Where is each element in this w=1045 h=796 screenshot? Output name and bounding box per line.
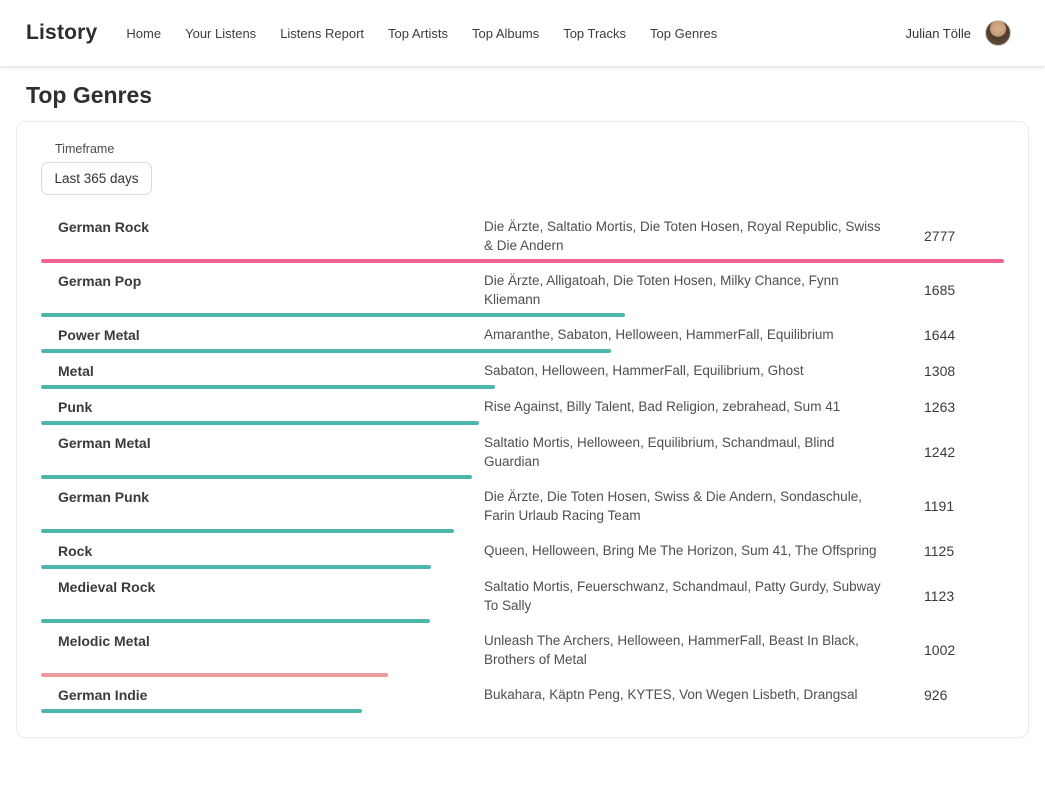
nav-link[interactable]: Listens Report	[280, 26, 364, 41]
nav-link[interactable]: Top Genres	[650, 26, 717, 41]
timeframe-label: Timeframe	[55, 142, 1004, 156]
genre-artists: Die Ärzte, Alligatoah, Die Toten Hosen, …	[484, 271, 884, 309]
genre-artists: Queen, Helloween, Bring Me The Horizon, …	[484, 541, 884, 560]
genre-count: 1242	[884, 444, 1004, 460]
genre-count: 1191	[884, 498, 1004, 514]
genre-count: 1644	[884, 327, 1004, 343]
genre-count: 1308	[884, 363, 1004, 379]
genre-count: 2777	[884, 228, 1004, 244]
genre-count: 1123	[884, 588, 1004, 604]
genre-name: German Rock	[41, 217, 484, 237]
genre-artists: Bukahara, Käptn Peng, KYTES, Von Wegen L…	[484, 685, 884, 704]
genre-name: Medieval Rock	[41, 577, 484, 597]
genre-name: German Metal	[41, 433, 484, 453]
genre-artists: Die Ärzte, Die Toten Hosen, Swiss & Die …	[484, 487, 884, 525]
genre-row: Punk Rise Against, Billy Talent, Bad Rel…	[41, 389, 1004, 425]
genre-name: German Punk	[41, 487, 484, 507]
genre-row: Metal Sabaton, Helloween, HammerFall, Eq…	[41, 353, 1004, 389]
nav-link[interactable]: Your Listens	[185, 26, 256, 41]
genre-progress-bar	[41, 709, 362, 713]
genre-name: Power Metal	[41, 325, 484, 345]
genre-count: 1685	[884, 282, 1004, 298]
page-title: Top Genres	[26, 82, 1045, 109]
genre-artists: Amaranthe, Sabaton, Helloween, HammerFal…	[484, 325, 884, 344]
genre-artists: Die Ärzte, Saltatio Mortis, Die Toten Ho…	[484, 217, 884, 255]
genre-count: 1002	[884, 642, 1004, 658]
genre-row: Power Metal Amaranthe, Sabaton, Hellowee…	[41, 317, 1004, 353]
top-genres-card: Timeframe Last 365 days German Rock Die …	[16, 121, 1029, 738]
genre-row: German Indie Bukahara, Käptn Peng, KYTES…	[41, 677, 1004, 713]
genre-name: Melodic Metal	[41, 631, 484, 651]
genre-name: German Indie	[41, 685, 484, 705]
main-content: Top Genres Timeframe Last 365 days Germa…	[0, 82, 1045, 738]
nav-link[interactable]: Home	[126, 26, 161, 41]
user-avatar[interactable]	[985, 20, 1011, 46]
genre-artists: Sabaton, Helloween, HammerFall, Equilibr…	[484, 361, 884, 380]
genre-count: 1263	[884, 399, 1004, 415]
nav-user-area: Julian Tölle	[905, 20, 1011, 46]
nav-link[interactable]: Top Tracks	[563, 26, 626, 41]
user-name[interactable]: Julian Tölle	[905, 26, 971, 41]
genre-artists: Rise Against, Billy Talent, Bad Religion…	[484, 397, 884, 416]
app-logo[interactable]: Listory	[26, 21, 97, 45]
nav-link[interactable]: Top Artists	[388, 26, 448, 41]
genre-count: 926	[884, 687, 1004, 703]
genre-artists: Saltatio Mortis, Helloween, Equilibrium,…	[484, 433, 884, 471]
nav-link[interactable]: Top Albums	[472, 26, 539, 41]
genre-row: German Rock Die Ärzte, Saltatio Mortis, …	[41, 209, 1004, 263]
genre-name: German Pop	[41, 271, 484, 291]
genre-artists: Saltatio Mortis, Feuerschwanz, Schandmau…	[484, 577, 884, 615]
top-navbar: Listory Home Your Listens Listens Report To…	[0, 0, 1045, 66]
genre-artists: Unleash The Archers, Helloween, HammerFa…	[484, 631, 884, 669]
genre-name: Rock	[41, 541, 484, 561]
genre-row: German Punk Die Ärzte, Die Toten Hosen, …	[41, 479, 1004, 533]
genre-row: German Pop Die Ärzte, Alligatoah, Die To…	[41, 263, 1004, 317]
genre-name: Punk	[41, 397, 484, 417]
genre-count: 1125	[884, 543, 1004, 559]
genre-row: Melodic Metal Unleash The Archers, Hello…	[41, 623, 1004, 677]
timeframe-select[interactable]: Last 365 days	[41, 162, 152, 195]
genre-row: German Metal Saltatio Mortis, Helloween,…	[41, 425, 1004, 479]
genre-table: German Rock Die Ärzte, Saltatio Mortis, …	[41, 209, 1004, 713]
genre-row: Rock Queen, Helloween, Bring Me The Hori…	[41, 533, 1004, 569]
genre-row: Medieval Rock Saltatio Mortis, Feuerschw…	[41, 569, 1004, 623]
nav-links: Home Your Listens Listens Report Top Artist…	[126, 26, 717, 41]
genre-name: Metal	[41, 361, 484, 381]
